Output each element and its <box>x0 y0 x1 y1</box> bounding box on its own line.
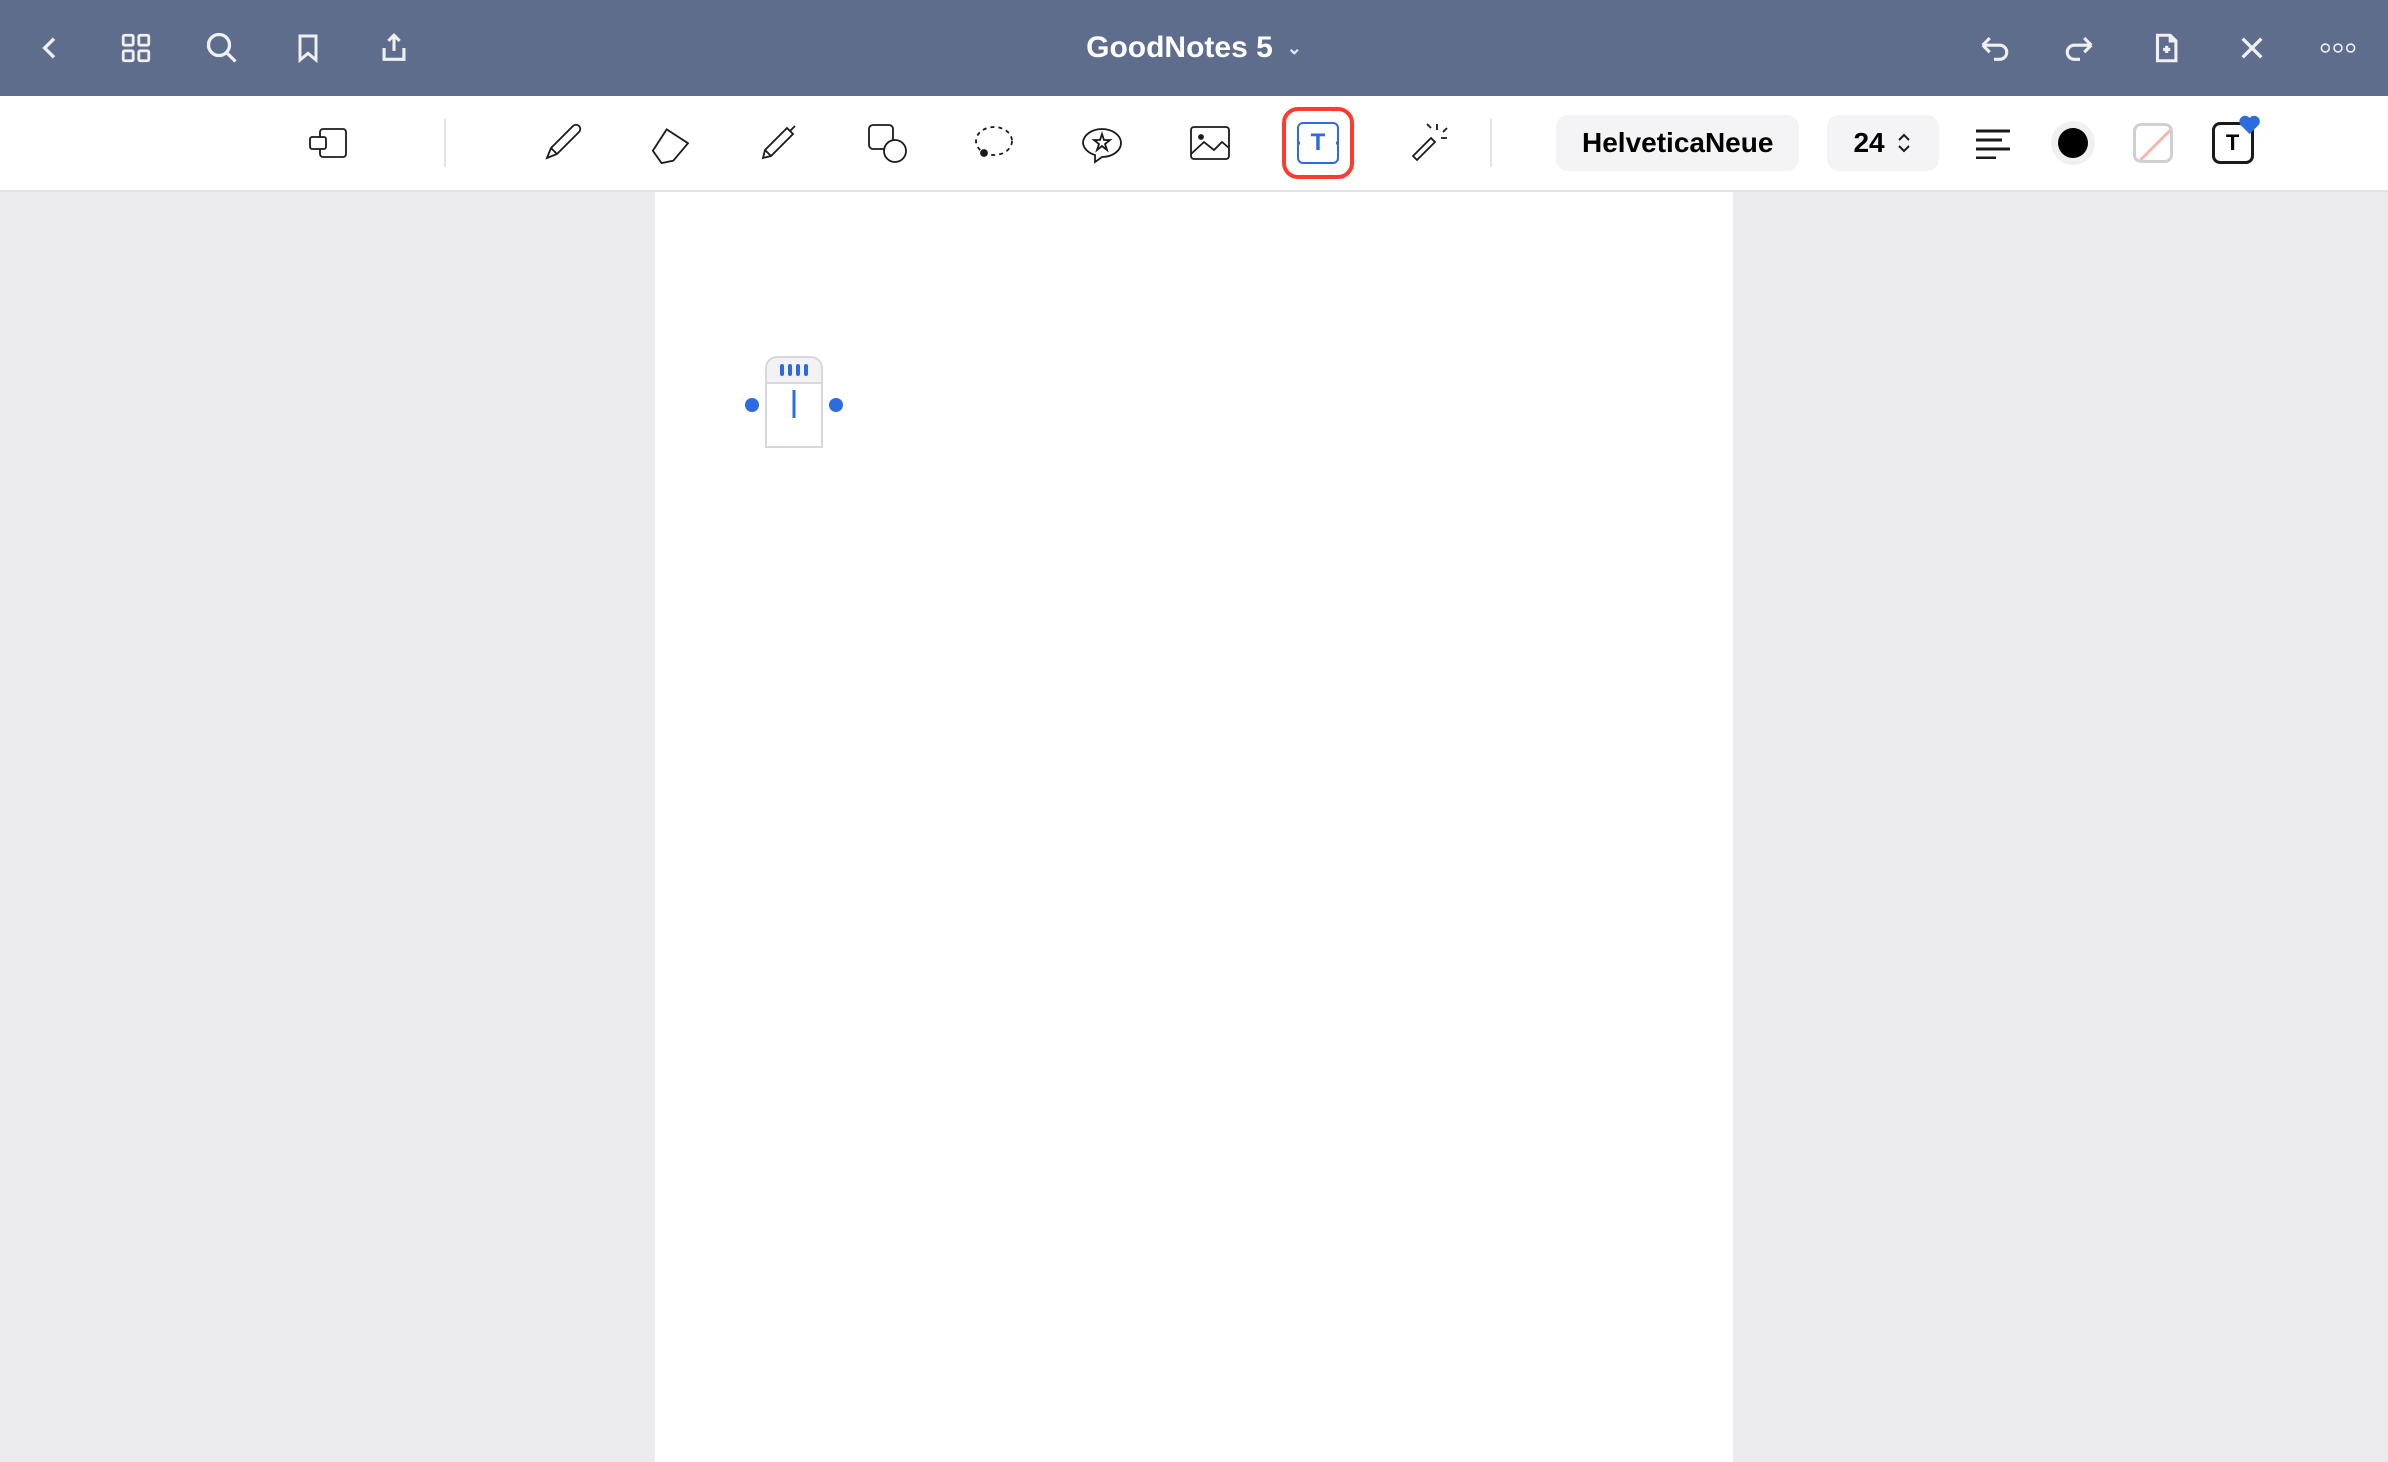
color-swatch-icon <box>2058 128 2088 158</box>
font-name: HelveticaNeue <box>1582 127 1773 159</box>
document-page[interactable] <box>655 192 1733 1462</box>
document-title: GoodNotes 5 <box>1086 31 1273 65</box>
canvas-area[interactable] <box>0 192 2388 1462</box>
heart-badge-icon <box>2239 115 2261 137</box>
document-title-button[interactable]: GoodNotes 5 ⌄ <box>1086 31 1302 65</box>
pen-tool[interactable] <box>534 115 590 171</box>
bookmark-button[interactable] <box>286 26 330 70</box>
undo-button[interactable] <box>1972 26 2016 70</box>
titlebar: GoodNotes 5 ⌄ <box>0 0 2388 96</box>
paragraph-style-button[interactable] <box>1967 117 2019 169</box>
thumbnails-button[interactable] <box>114 26 158 70</box>
no-background-icon <box>2133 123 2173 163</box>
text-color-button[interactable] <box>2047 117 2099 169</box>
text-preset-button[interactable]: T <box>2207 117 2259 169</box>
zoom-tool[interactable] <box>300 115 356 171</box>
color-swatch-outer <box>2051 121 2095 165</box>
font-selector[interactable]: HelveticaNeue <box>1556 115 1799 171</box>
text-input-widget[interactable] <box>765 356 823 448</box>
elements-tool[interactable] <box>1074 115 1130 171</box>
text-options-group: HelveticaNeue 24 T <box>1454 115 2259 171</box>
divider <box>1490 119 1492 167</box>
chevron-down-icon: ⌄ <box>1287 38 1302 59</box>
preset-icon: T <box>2212 122 2254 164</box>
highlighter-tool[interactable] <box>750 115 806 171</box>
divider <box>444 119 446 167</box>
share-button[interactable] <box>372 26 416 70</box>
resize-handle-left[interactable] <box>745 398 759 412</box>
add-page-button[interactable] <box>2144 26 2188 70</box>
more-button[interactable] <box>2316 26 2360 70</box>
font-size: 24 <box>1853 127 1884 159</box>
titlebar-left-group <box>28 26 416 70</box>
text-box[interactable] <box>765 382 823 448</box>
text-caret <box>793 390 796 418</box>
tool-group-main: T <box>300 115 1454 171</box>
lasso-tool[interactable] <box>966 115 1022 171</box>
stepper-icon <box>1895 131 1913 155</box>
titlebar-right-group <box>1972 26 2360 70</box>
toolbar: T HelveticaNeue 24 T <box>0 96 2388 192</box>
text-tool[interactable]: T <box>1290 115 1346 171</box>
drag-handle[interactable] <box>765 356 823 382</box>
image-tool[interactable] <box>1182 115 1238 171</box>
laser-tool[interactable] <box>1398 115 1454 171</box>
shape-tool[interactable] <box>858 115 914 171</box>
redo-button[interactable] <box>2058 26 2102 70</box>
back-button[interactable] <box>28 26 72 70</box>
close-edit-button[interactable] <box>2230 26 2274 70</box>
resize-handle-right[interactable] <box>829 398 843 412</box>
text-background-button[interactable] <box>2127 117 2179 169</box>
text-icon: T <box>1297 122 1339 164</box>
font-size-selector[interactable]: 24 <box>1827 115 1938 171</box>
eraser-tool[interactable] <box>642 115 698 171</box>
search-button[interactable] <box>200 26 244 70</box>
